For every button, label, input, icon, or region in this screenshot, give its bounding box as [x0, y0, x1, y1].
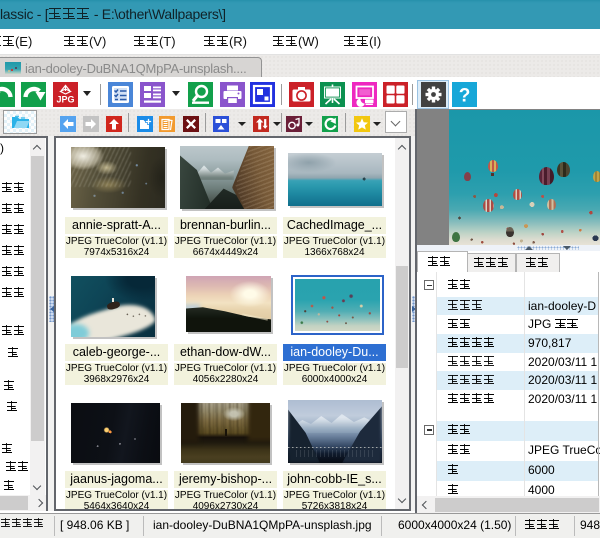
svg-text:?: ?: [458, 86, 470, 107]
svg-text:JPG: JPG: [56, 95, 74, 105]
